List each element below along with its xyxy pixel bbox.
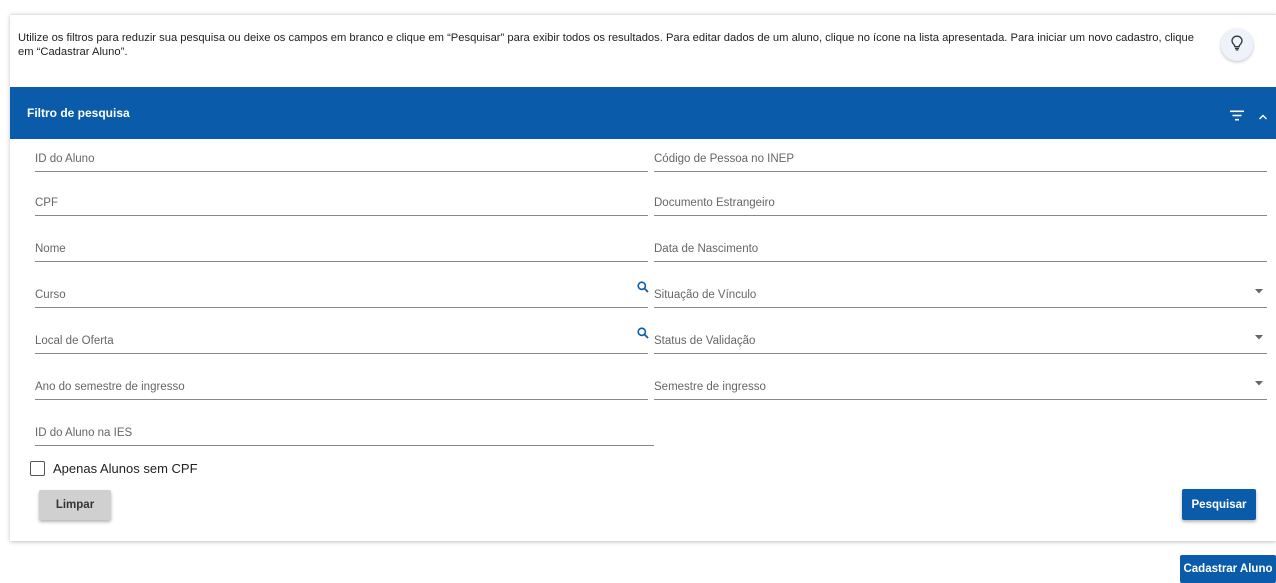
name-placeholder: Nome [35,243,66,255]
register-student-button[interactable]: Cadastrar Aluno [1180,555,1276,583]
offer-location-placeholder: Local de Oferta [35,335,114,347]
course-placeholder: Curso [35,289,66,301]
no-cpf-checkbox-label: Apenas Alunos sem CPF [53,461,198,476]
ies-student-id-placeholder: ID do Aluno na IES [35,427,133,439]
search-icon[interactable] [637,326,649,344]
inep-code-input[interactable]: Código de Pessoa no INEP [654,137,1267,172]
search-icon[interactable] [637,280,649,298]
hint-button[interactable] [1221,29,1253,61]
ies-student-id-input[interactable]: ID do Aluno na IES [35,411,654,446]
entry-semester-year-placeholder: Ano do semestre de ingresso [35,381,185,393]
cpf-input[interactable]: CPF [35,181,648,216]
foreign-document-placeholder: Documento Estrangeiro [654,197,775,209]
enrollment-status-select[interactable]: Situação de Vínculo [654,273,1267,308]
student-id-placeholder: ID do Aluno [35,153,95,165]
search-button[interactable]: Pesquisar [1182,489,1256,520]
lightbulb-icon [1230,35,1244,56]
no-cpf-checkbox[interactable] [30,461,45,476]
no-cpf-checkbox-row[interactable]: Apenas Alunos sem CPF [30,461,198,476]
entry-semester-select[interactable]: Semestre de ingresso [654,365,1267,400]
caret-down-icon [1255,327,1263,345]
enrollment-status-placeholder: Situação de Vínculo [654,289,757,301]
caret-down-icon [1255,281,1263,299]
entry-semester-year-input[interactable]: Ano do semestre de ingresso [35,365,648,400]
course-input[interactable]: Curso [35,273,649,308]
filter-panel-header[interactable]: Filtro de pesquisa [10,87,1276,139]
caret-down-icon [1255,373,1263,391]
entry-semester-placeholder: Semestre de ingresso [654,381,766,393]
cpf-placeholder: CPF [35,197,58,209]
birth-date-placeholder: Data de Nascimento [654,243,759,255]
inep-code-placeholder: Código de Pessoa no INEP [654,153,795,165]
student-id-input[interactable]: ID do Aluno [35,137,648,172]
filter-panel-title: Filtro de pesquisa [27,106,130,120]
birth-date-input[interactable]: Data de Nascimento [654,227,1267,262]
filter-list-icon[interactable] [1230,108,1244,126]
clear-button[interactable]: Limpar [39,490,111,520]
instructions-text: Utilize os filtros para reduzir sua pesq… [18,32,1194,58]
search-card: Utilize os filtros para reduzir sua pesq… [10,14,1276,541]
chevron-up-icon[interactable] [1258,108,1268,126]
validation-status-select[interactable]: Status de Validação [654,319,1267,354]
offer-location-input[interactable]: Local de Oferta [35,319,649,354]
name-input[interactable]: Nome [35,227,648,262]
foreign-document-input[interactable]: Documento Estrangeiro [654,181,1267,216]
validation-status-placeholder: Status de Validação [654,335,756,347]
